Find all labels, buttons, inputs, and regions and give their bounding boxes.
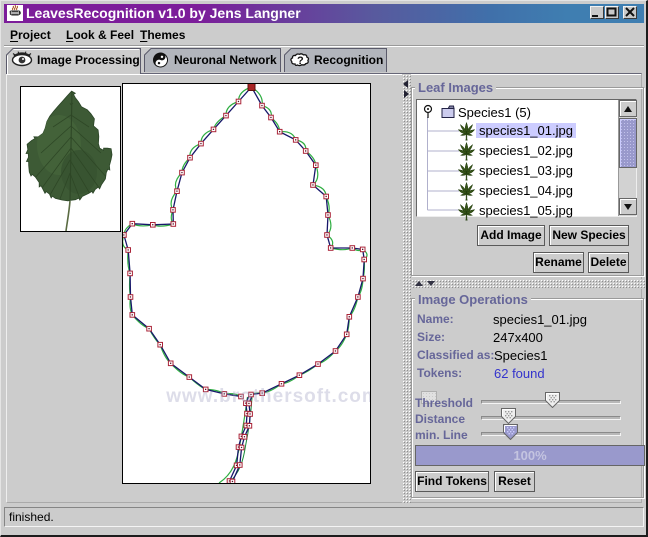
svg-text:?: ? bbox=[297, 55, 304, 67]
svg-text:www.brothersoft.com: www.brothersoft.com bbox=[165, 386, 370, 407]
